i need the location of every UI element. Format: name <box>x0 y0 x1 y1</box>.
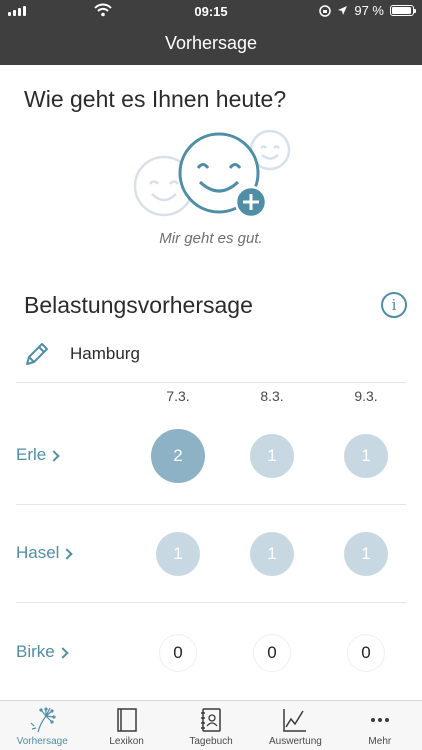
mood-question: Wie geht es Ihnen heute? <box>24 86 287 112</box>
mood-caption: Mir geht es gut. <box>159 230 263 247</box>
diary-icon <box>201 708 221 732</box>
nav-title: Vorhersage <box>0 22 422 65</box>
divider <box>16 504 406 505</box>
book-icon <box>116 708 137 732</box>
tab-tagebuch[interactable]: Tagebuch <box>169 701 253 750</box>
tab-bar: Vorhersage Lexikon Tagebuch Auswertung M… <box>0 700 422 750</box>
level-badge: 0 <box>348 635 384 671</box>
location-row[interactable]: Hamburg <box>22 336 402 372</box>
plant-link-erle[interactable]: Erle <box>16 445 60 465</box>
tab-mehr[interactable]: Mehr <box>338 701 422 750</box>
divider <box>16 382 406 383</box>
date-1: 7.3. <box>166 388 190 404</box>
location-arrow-icon <box>338 6 348 15</box>
plant-name: Birke <box>16 642 55 661</box>
chevron-right-icon <box>61 547 74 560</box>
tab-auswertung[interactable]: Auswertung <box>253 701 337 750</box>
level-badge: 0 <box>160 635 196 671</box>
dandelion-icon <box>30 707 56 733</box>
plant-link-birke[interactable]: Birke <box>16 642 69 662</box>
level-badge: 1 <box>250 434 294 478</box>
status-bar: 09:15 97 % <box>0 0 422 22</box>
chart-line-icon <box>283 709 307 732</box>
date-3: 9.3. <box>354 388 378 404</box>
level-badge: 2 <box>151 429 205 483</box>
tab-label: Tagebuch <box>189 736 233 747</box>
tab-label: Auswertung <box>269 736 322 747</box>
tab-lexikon[interactable]: Lexikon <box>84 701 168 750</box>
info-icon[interactable]: i <box>381 292 407 318</box>
tab-label: Vorhersage <box>16 736 68 747</box>
level-badge: 0 <box>254 635 290 671</box>
plant-name: Hasel <box>16 543 60 562</box>
level-badge: 1 <box>344 532 388 576</box>
orientation-lock-icon <box>319 4 332 17</box>
date-2: 8.3. <box>260 388 284 404</box>
forecast-title: Belastungsvorhersage <box>24 292 253 318</box>
divider <box>16 602 406 603</box>
chevron-right-icon <box>48 449 60 462</box>
tab-label: Lexikon <box>109 736 144 747</box>
tab-label: Mehr <box>368 736 392 747</box>
plant-name: Erle <box>16 445 47 464</box>
level-badge: 1 <box>156 532 200 576</box>
plant-link-hasel[interactable]: Hasel <box>16 543 74 563</box>
level-badge: 1 <box>344 434 388 478</box>
chevron-right-icon <box>57 646 69 659</box>
battery-icon <box>390 5 416 16</box>
tab-vorhersage[interactable]: Vorhersage <box>0 701 84 750</box>
location-name: Hamburg <box>70 344 140 363</box>
battery-percent: 97 % <box>354 3 384 18</box>
level-badge: 1 <box>250 532 294 576</box>
more-dots-icon <box>370 718 389 722</box>
mood-smiley-icon[interactable] <box>130 128 300 228</box>
pencil-icon[interactable] <box>22 339 52 369</box>
